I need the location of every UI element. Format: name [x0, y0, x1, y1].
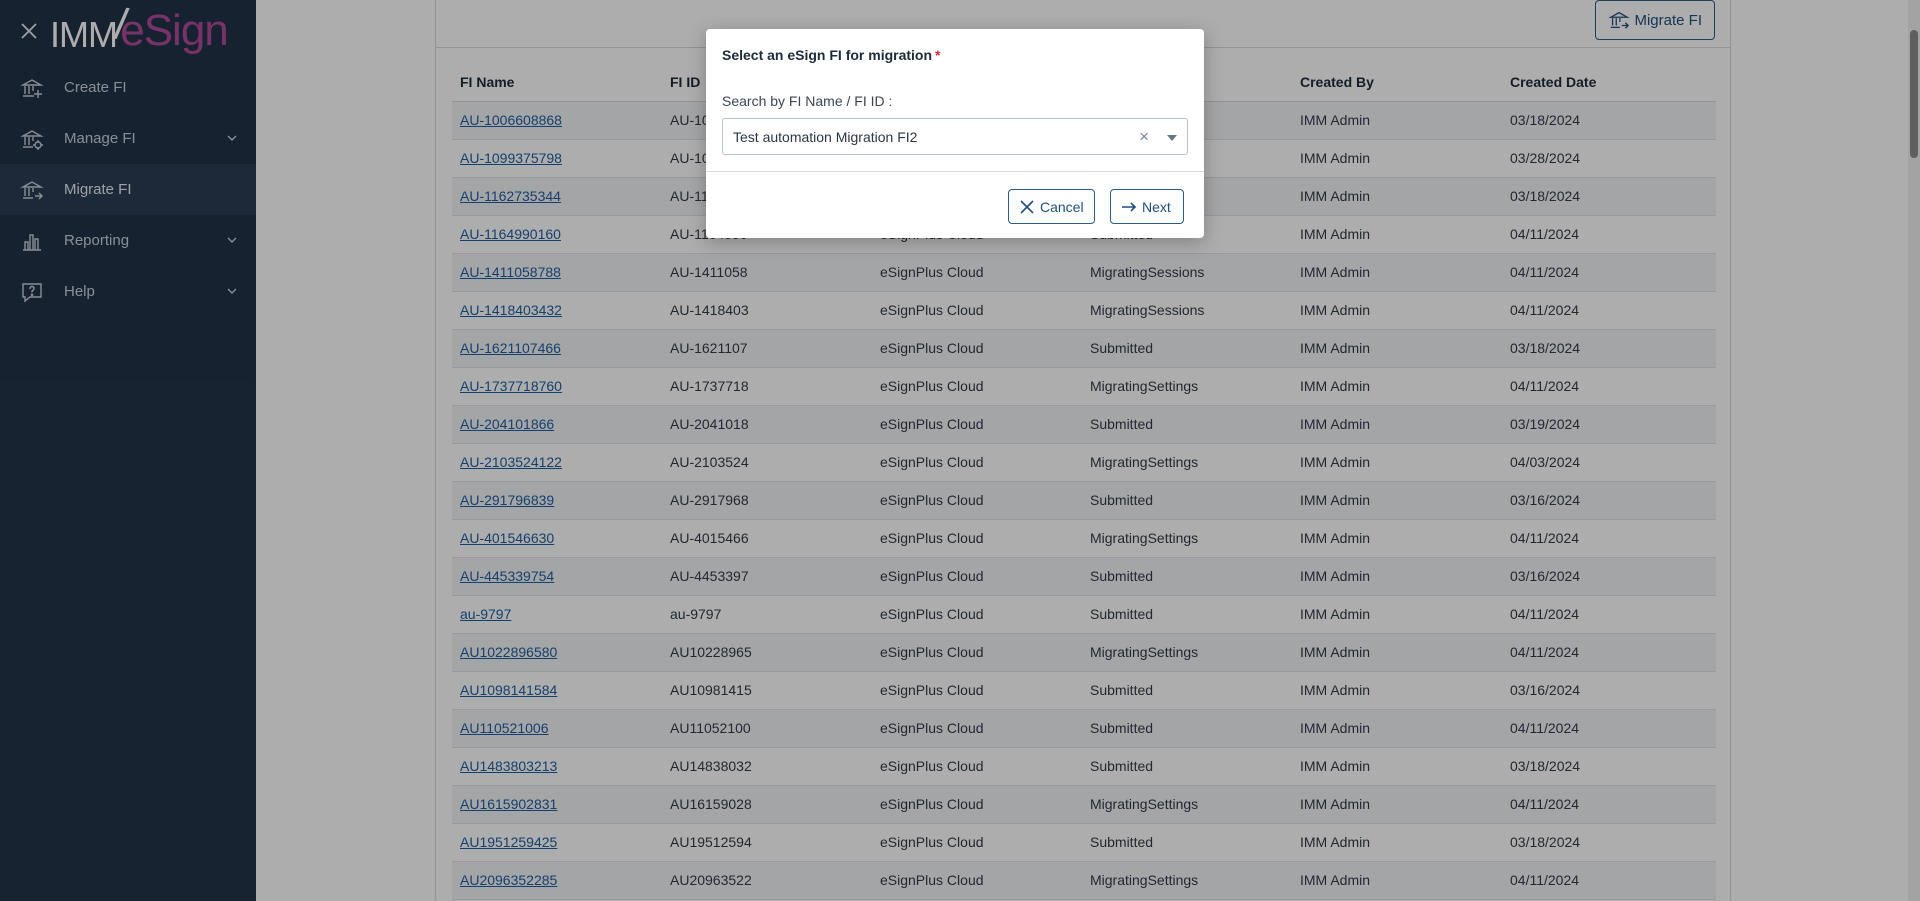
arrow-right-icon: [1122, 201, 1137, 212]
dialog-title-text: Select an eSign FI for migration: [722, 47, 933, 63]
required-indicator: *: [935, 47, 941, 63]
clear-icon[interactable]: ×: [1139, 127, 1149, 147]
next-button[interactable]: Next: [1110, 189, 1184, 224]
next-button-label: Next: [1142, 198, 1171, 215]
dialog-title: Select an eSign FI for migration *: [722, 47, 941, 63]
cancel-button-label: Cancel: [1040, 198, 1084, 215]
migration-dialog: Select an eSign FI for migration * Search…: [706, 29, 1204, 238]
dialog-divider: [706, 171, 1204, 172]
close-icon: [1020, 199, 1034, 214]
cancel-button[interactable]: Cancel: [1008, 189, 1095, 224]
selected-value: Test automation Migration FI2: [733, 128, 918, 145]
dropdown-arrow-icon[interactable]: [1167, 135, 1177, 141]
search-label: Search by FI Name / FI ID :: [722, 93, 893, 109]
fi-search-select[interactable]: Test automation Migration FI2 ×: [722, 118, 1188, 155]
